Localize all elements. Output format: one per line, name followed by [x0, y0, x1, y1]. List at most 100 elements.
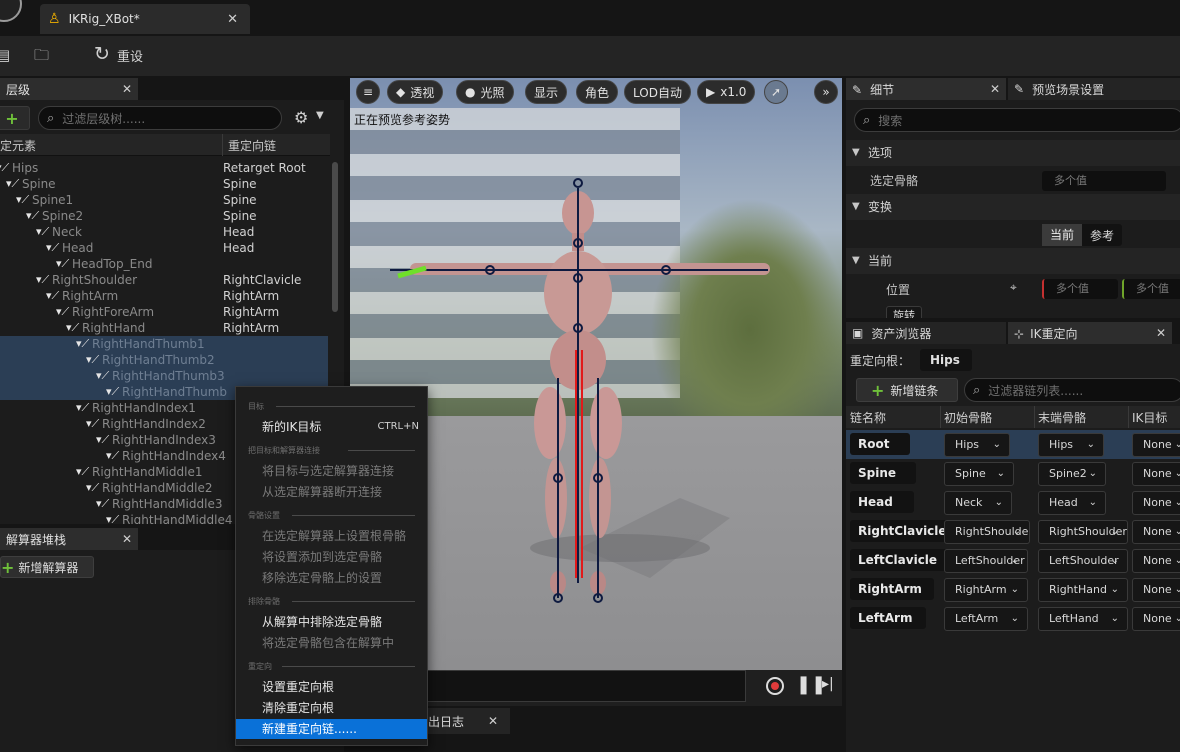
record-icon[interactable]	[766, 677, 784, 695]
tree-row[interactable]: ▾⟋ RightArm RightArm	[0, 288, 328, 304]
end-bone-dropdown[interactable]: LeftShoulder ⌄	[1038, 549, 1128, 573]
details-search-input[interactable]: ⌕ 搜索	[854, 108, 1180, 132]
perspective-button[interactable]: ◆ 透视	[387, 80, 444, 104]
browse-asset-icon[interactable]: 🗀	[34, 45, 49, 70]
close-icon[interactable]: ✕	[227, 12, 238, 27]
column-ik-goal[interactable]: IK目标	[1132, 409, 1167, 426]
tree-row[interactable]: ▾⟋ Spine1 Spine	[0, 192, 328, 208]
reset-location-icon[interactable]: ⌖	[1010, 280, 1017, 295]
chain-name[interactable]: LeftClavicle	[850, 549, 948, 571]
ik-goal-dropdown[interactable]: None⌄	[1132, 607, 1180, 631]
tab-hierarchy[interactable]: 层级 ✕	[0, 78, 138, 100]
remove-settings-item[interactable]: 移除选定骨骼上的设置	[236, 568, 427, 588]
expand-toolbar-button[interactable]: »	[814, 80, 838, 104]
new-retarget-chain-item[interactable]: 新建重定向链......	[236, 719, 427, 739]
add-element-button[interactable]: +	[0, 106, 30, 130]
chain-row[interactable]: LeftClavicle LeftShoulder ⌄ LeftShoulder ⌄ No…	[846, 546, 1180, 575]
ik-goal-dropdown[interactable]: None⌄	[1132, 462, 1180, 486]
tree-row[interactable]: ▾⟋ HeadTop_End	[0, 256, 328, 272]
character-button[interactable]: 角色	[576, 80, 619, 104]
chain-name[interactable]: RightClavicle	[850, 520, 950, 542]
section-current[interactable]: ▼ 当前	[846, 248, 1180, 274]
chain-row[interactable]: RightClavicle RightShoulder ⌄ RightShoulder…	[846, 517, 1180, 546]
close-icon[interactable]: ✕	[488, 714, 498, 728]
start-bone-dropdown[interactable]: RightArm ⌄	[944, 578, 1028, 602]
clear-retarget-root-item[interactable]: 清除重定向根	[236, 698, 427, 718]
save-icon[interactable]: ▤	[0, 46, 10, 64]
ik-goal-dropdown[interactable]: None⌄	[1132, 433, 1180, 457]
ik-goal-dropdown[interactable]: None⌄	[1132, 491, 1180, 515]
viewport-menu-button[interactable]: ≡	[356, 80, 380, 104]
tree-row[interactable]: ▾⟋ RightHandThumb2	[0, 352, 328, 368]
chain-name[interactable]: Root	[850, 433, 910, 455]
tab-asset-browser[interactable]: ▣ 资产浏览器	[846, 322, 1006, 344]
start-bone-dropdown[interactable]: LeftArm ⌄	[944, 607, 1028, 631]
tree-row[interactable]: ▾⟋ RightHandThumb1	[0, 336, 328, 352]
tree-row[interactable]: ▾⟋ Spine Spine	[0, 176, 328, 192]
chain-row[interactable]: Root Hips⌄ Hips⌄ None⌄	[846, 430, 1180, 459]
add-solver-button[interactable]: + 新增解算器	[0, 556, 94, 578]
end-bone-dropdown[interactable]: Spine2 ⌄	[1038, 462, 1106, 486]
tab-details[interactable]: ✎ 细节 ✕	[846, 78, 1006, 100]
start-bone-dropdown[interactable]: Spine ⌄	[944, 462, 1014, 486]
end-bone-dropdown[interactable]: Hips ⌄	[1038, 433, 1104, 457]
show-button[interactable]: 显示	[525, 80, 568, 104]
tree-row[interactable]: ▾⟋Hips Retarget Root	[0, 160, 328, 176]
end-bone-dropdown[interactable]: RightHand ⌄	[1038, 578, 1128, 602]
play-speed-button[interactable]: ▶ x1.0	[697, 80, 756, 104]
chain-name[interactable]: LeftArm	[850, 607, 926, 629]
tree-row[interactable]: ▾⟋ RightShoulder RightClavicle	[0, 272, 328, 288]
position-y-value[interactable]: 多个值	[1122, 279, 1180, 299]
disconnect-goal-item[interactable]: 从选定解算器断开连接	[236, 482, 427, 502]
ik-goal-dropdown[interactable]: None⌄	[1132, 549, 1180, 573]
settings-gear-icon[interactable]: ⚙	[294, 108, 308, 127]
transform-mode-toggle[interactable]: 当前 参考	[1042, 224, 1123, 246]
console-input[interactable]	[426, 670, 746, 702]
chain-row[interactable]: HeadNeck⌄Head⌄None⌄	[846, 488, 1180, 517]
close-icon[interactable]: ✕	[122, 532, 132, 546]
retarget-root-value[interactable]: Hips	[920, 349, 972, 371]
chain-name[interactable]: Head	[850, 491, 914, 513]
column-start-bone[interactable]: 初始骨骼	[944, 409, 992, 426]
reset-button[interactable]: 重设	[117, 46, 143, 65]
tree-row[interactable]: ▾⟋ Spine2 Spine	[0, 208, 328, 224]
close-icon[interactable]: ✕	[990, 82, 1000, 96]
exclude-bones-item[interactable]: 从解算中排除选定骨骼	[236, 612, 427, 632]
ik-goal-dropdown[interactable]: None⌄	[1132, 520, 1180, 544]
add-settings-item[interactable]: 将设置添加到选定骨骼	[236, 547, 427, 567]
new-ik-goal-item[interactable]: 新的IK目标 CTRL+N	[236, 417, 427, 437]
start-bone-dropdown[interactable]: RightShoulder ⌄	[944, 520, 1030, 544]
tree-row[interactable]: ▾⟋ RightForeArm RightArm	[0, 304, 328, 320]
end-bone-dropdown[interactable]: RightShoulder ⌄	[1038, 520, 1128, 544]
tree-row[interactable]: ▾⟋ RightHandThumb3	[0, 368, 328, 384]
section-transform[interactable]: ▼ 变换	[846, 194, 1180, 220]
add-chain-button[interactable]: + 新增链条	[856, 378, 958, 402]
tab-ik-retarget[interactable]: ⊹ IK重定向 ✕	[1008, 322, 1172, 344]
end-bone-dropdown[interactable]: Head ⌄	[1038, 491, 1106, 515]
selected-bone-value[interactable]: 多个值	[1042, 171, 1166, 191]
rotation-dropdown[interactable]: 旋转	[886, 306, 922, 318]
section-options[interactable]: ▼ 选项	[846, 140, 1180, 166]
tab-output-log[interactable]: 出日志 ✕	[420, 708, 510, 734]
start-bone-dropdown[interactable]: LeftShoulder ⌄	[944, 549, 1028, 573]
position-x-value[interactable]: 多个值	[1042, 279, 1118, 299]
tree-row[interactable]: ▾⟋ Head Head	[0, 240, 328, 256]
tree-row[interactable]: ▾⟋ RightHand RightArm	[0, 320, 328, 336]
connect-goal-item[interactable]: 将目标与选定解算器连接	[236, 461, 427, 481]
chain-row[interactable]: RightArmRightArm⌄RightHand⌄None⌄	[846, 575, 1180, 604]
chain-filter-input[interactable]: ⌕ 过滤器链列表......	[964, 378, 1180, 402]
chain-name[interactable]: Spine	[850, 462, 916, 484]
end-bone-dropdown[interactable]: LeftHand ⌄	[1038, 607, 1128, 631]
chain-row[interactable]: LeftArm LeftArm⌄ LeftHand⌄None⌄	[846, 604, 1180, 633]
set-root-bone-item[interactable]: 在选定解算器上设置根骨骼	[236, 526, 427, 546]
start-bone-dropdown[interactable]: Hips ⌄	[944, 433, 1010, 457]
hierarchy-search-input[interactable]: ⌕ 过滤层级树......	[38, 106, 282, 130]
document-tab[interactable]: ♙ IKRig_XBot* ✕	[40, 4, 250, 34]
tab-preview-scene[interactable]: ✎ 预览场景设置	[1008, 78, 1180, 100]
reset-icon[interactable]: ↻	[94, 43, 110, 65]
lod-button[interactable]: LOD自动	[624, 80, 691, 104]
current-toggle[interactable]: 当前	[1042, 224, 1083, 246]
step-forward-icon[interactable]: ▸|	[822, 676, 834, 692]
close-icon[interactable]: ✕	[122, 82, 132, 96]
column-element[interactable]: 定元素	[0, 137, 36, 154]
